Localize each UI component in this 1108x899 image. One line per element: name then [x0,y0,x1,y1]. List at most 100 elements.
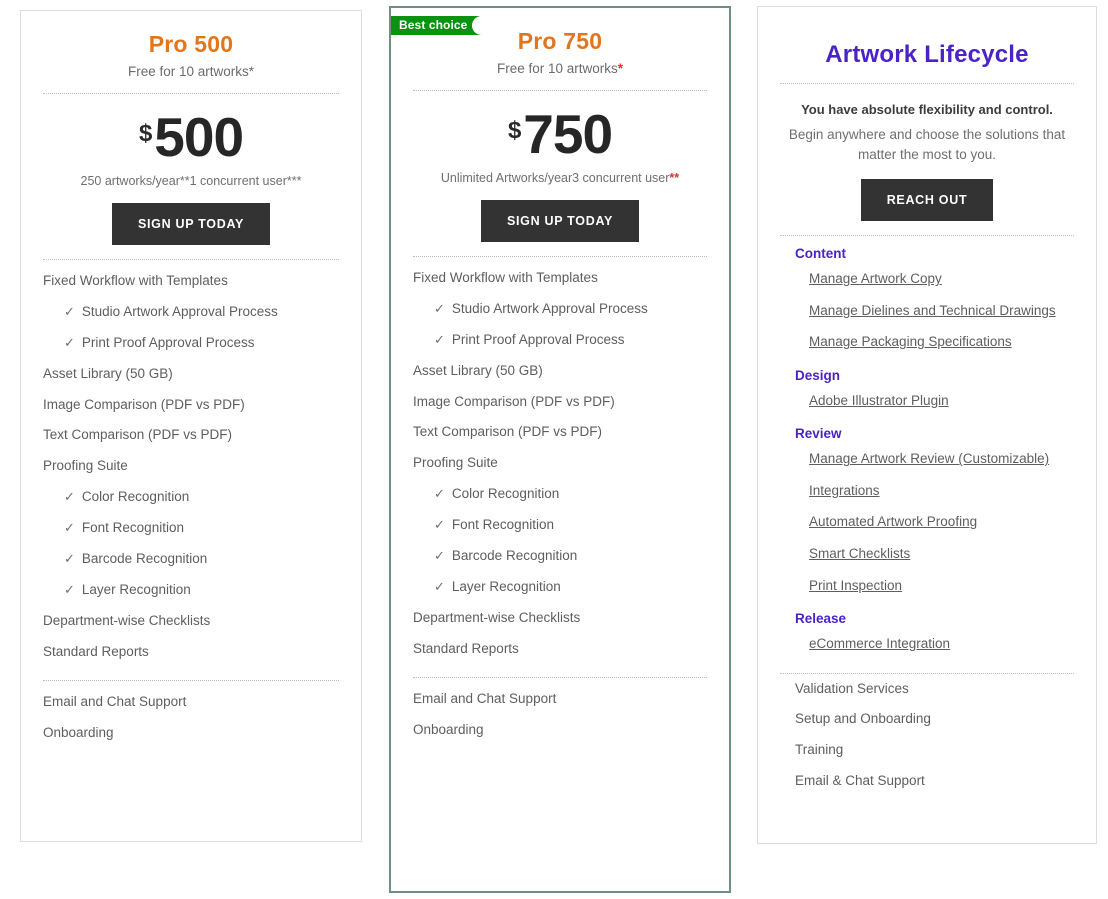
feature-label: Proofing Suite [43,458,128,473]
price-note: 250 artworks/year**1 concurrent user*** [43,165,339,188]
feature-item: Department-wise Checklists [413,603,707,634]
support-list: Email and Chat Support Onboarding [43,681,339,749]
feature-label: Image Comparison (PDF vs PDF) [413,394,615,409]
feature-item: Proofing Suite [43,451,339,482]
feature-item: ✓Print Proof Approval Process [43,328,339,359]
feature-label: Email and Chat Support [43,694,186,709]
sign-up-button[interactable]: SIGN UP TODAY [481,200,639,242]
feature-label: Color Recognition [82,489,189,504]
feature-item: Onboarding [43,718,339,749]
price-currency: $ [139,120,152,147]
lifecycle-link[interactable]: Adobe Illustrator Plugin [780,385,1074,417]
plan-title: Pro 500 [43,11,339,58]
service-item: Training [780,735,1074,766]
feature-item: ✓Barcode Recognition [413,541,707,572]
price-row: $750 [413,91,707,162]
feature-label: Asset Library (50 GB) [413,363,543,378]
plan-subtitle: Free for 10 artworks* [43,58,339,79]
lifecycle-group-heading: Review [780,418,1074,443]
feature-label: Layer Recognition [452,579,561,594]
lifecycle-link[interactable]: Manage Packaging Specifications [780,326,1074,358]
feature-label: Department-wise Checklists [413,610,580,625]
cta-wrap: SIGN UP TODAY [413,185,707,242]
check-icon: ✓ [64,489,75,504]
plan-subtitle-text: Free for 10 artworks [128,64,249,79]
feature-item: ✓ Layer Recognition [413,572,707,603]
intro-text: Begin anywhere and choose the solutions … [780,117,1074,164]
feature-item: Proofing Suite [413,448,707,479]
feature-list: Fixed Workflow with Templates ✓ Studio Art… [413,257,707,664]
lifecycle-group: DesignAdobe Illustrator Plugin [780,358,1074,417]
feature-item: ✓Layer Recognition [43,575,339,606]
feature-label: Asset Library (50 GB) [43,366,173,381]
lifecycle-link[interactable]: Smart Checklists [780,538,1074,570]
lifecycle-link[interactable]: Manage Dielines and Technical Drawings [780,295,1074,327]
feature-item: Image Comparison (PDF vs PDF) [413,387,707,418]
feature-item: ✓ Font Recognition [413,510,707,541]
feature-label: Fixed Workflow with Templates [413,270,598,285]
intro-headline: You have absolute flexibility and contro… [780,84,1074,117]
sign-up-button[interactable]: SIGN UP TODAY [112,203,270,245]
feature-label: Standard Reports [413,641,519,656]
feature-item: Text Comparison (PDF vs PDF) [43,420,339,451]
service-item: Setup and Onboarding [780,704,1074,735]
best-choice-badge: Best choice [391,16,483,35]
lifecycle-link[interactable]: Automated Artwork Proofing [780,506,1074,538]
feature-label: Font Recognition [82,520,184,535]
service-item: Validation Services [780,674,1074,705]
plan-subtitle-asterisk: * [249,64,254,79]
feature-item: Asset Library (50 GB) [43,359,339,390]
pricing-table: Pro 500 Free for 10 artworks* $500 250 a… [0,0,1108,899]
check-icon: ✓ [64,335,75,350]
support-list: Email and Chat Support Onboarding [413,678,707,746]
lifecycle-group-heading: Content [780,238,1074,263]
feature-item: ✓Barcode Recognition [43,544,339,575]
check-icon: ✓ [64,520,75,535]
plan-subtitle-text: Free for 10 artworks [497,61,618,76]
cta-wrap: SIGN UP TODAY [43,188,339,245]
lifecycle-link[interactable]: Integrations [780,475,1074,507]
lifecycle-link[interactable]: Print Inspection [780,570,1074,602]
price-amount: 750 [523,103,612,165]
feature-item: Email and Chat Support [413,684,707,715]
feature-item: Fixed Workflow with Templates [413,263,707,294]
feature-item: ✓Print Proof Approval Process [413,325,707,356]
check-icon: ✓ [434,579,445,594]
price-amount: 500 [154,106,243,168]
lifecycle-link[interactable]: eCommerce Integration [780,628,1074,660]
lifecycle-link[interactable]: Manage Artwork Review (Customizable) [780,443,1074,475]
feature-label: Email and Chat Support [413,691,556,706]
price-row: $500 [43,94,339,165]
price-note-text: Unlimited Artworks/year3 concurrent user [441,171,670,185]
service-item: Email & Chat Support [780,766,1074,797]
page-title: Artwork Lifecycle [780,7,1074,69]
feature-label: Barcode Recognition [82,551,207,566]
feature-label: Department-wise Checklists [43,613,210,628]
lifecycle-group-heading: Release [780,603,1074,628]
lifecycle-groups: ContentManage Artwork CopyManage Dieline… [780,236,1074,659]
feature-label: Proofing Suite [413,455,498,470]
feature-item: Standard Reports [43,637,339,668]
pricing-card-pro-750: Best choice Pro 750 Free for 10 artworks… [389,6,731,893]
feature-item: Department-wise Checklists [43,606,339,637]
feature-label: Print Proof Approval Process [452,332,625,347]
price-note: Unlimited Artworks/year3 concurrent user… [413,162,707,185]
check-icon: ✓ [434,301,445,316]
feature-item: Onboarding [413,715,707,746]
check-icon: ✓ [434,517,445,532]
price-currency: $ [508,117,521,144]
feature-label: Font Recognition [452,517,554,532]
check-icon: ✓ [434,548,445,563]
feature-item: ✓Color Recognition [413,479,707,510]
reach-out-button[interactable]: REACH OUT [861,179,994,221]
feature-label: Studio Artwork Approval Process [82,304,278,319]
check-icon: ✓ [434,486,445,501]
feature-label: Fixed Workflow with Templates [43,273,228,288]
lifecycle-group-heading: Design [780,360,1074,385]
feature-label: Standard Reports [43,644,149,659]
feature-label: Onboarding [413,722,484,737]
feature-label: Studio Artwork Approval Process [452,301,648,316]
feature-label: Image Comparison (PDF vs PDF) [43,397,245,412]
lifecycle-group: ContentManage Artwork CopyManage Dieline… [780,236,1074,358]
lifecycle-link[interactable]: Manage Artwork Copy [780,263,1074,295]
